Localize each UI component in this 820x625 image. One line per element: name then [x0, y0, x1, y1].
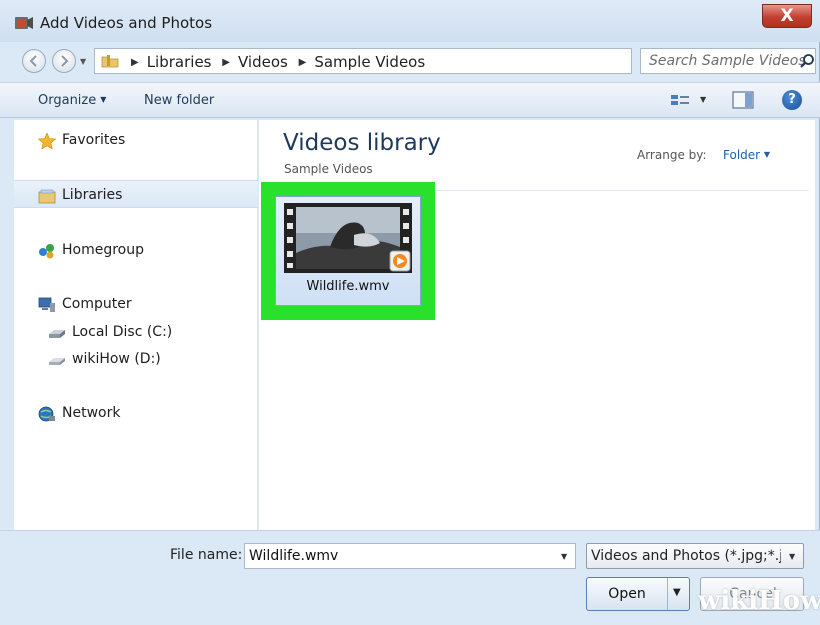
recent-pages-dropdown[interactable]: ▼ [80, 57, 86, 66]
chevron-down-icon: ▼ [673, 587, 681, 598]
title-bar[interactable]: Add Videos and Photos X [0, 0, 820, 42]
library-subtitle: Sample Videos [284, 162, 373, 176]
file-type-select[interactable]: Videos and Photos (*.jpg;*.j ▼ [586, 543, 804, 569]
sidebar-label-favorites: Favorites [62, 132, 126, 148]
open-button[interactable]: Open ▼ [586, 577, 690, 611]
sidebar-label-wikihow-drive: wikiHow (D:) [72, 351, 161, 367]
search-icon[interactable] [799, 53, 815, 69]
dialog-window: Add Videos and Photos X ▼ ▶ Libraries ▶ Vi… [0, 0, 820, 625]
window-title: Add Videos and Photos [40, 14, 213, 32]
watermark-part2: How [758, 586, 820, 616]
computer-icon [38, 297, 55, 312]
chevron-down-icon: ▼ [763, 150, 771, 159]
breadcrumb-sample-videos[interactable]: Sample Videos [314, 53, 425, 71]
folder-icon [101, 55, 119, 68]
sidebar-label-homegroup: Homegroup [62, 242, 145, 258]
drive-icon [49, 358, 65, 365]
watermark-text: wikiHow [698, 586, 820, 616]
arrange-by-dropdown[interactable]: Folder ▼ [723, 148, 770, 162]
hard-drive-icon [49, 330, 65, 338]
forward-button[interactable] [52, 49, 76, 73]
back-button[interactable] [22, 49, 46, 73]
chevron-down-icon: ▼ [789, 552, 796, 561]
search-input[interactable]: Search Sample Videos [640, 48, 816, 74]
command-toolbar: Organize ▼ New folder ▼ ? [0, 82, 820, 118]
file-list-pane[interactable]: Videos library Sample Videos Arrange by:… [259, 120, 815, 530]
help-icon[interactable]: ? [782, 90, 802, 110]
wikihow-watermark: wikiHow [684, 580, 820, 622]
sidebar-label-computer: Computer [62, 296, 132, 312]
view-options-icon[interactable] [670, 93, 690, 107]
file-type-value: Videos and Photos (*.jpg;*.j [591, 548, 781, 564]
chevron-down-icon[interactable]: ▼ [561, 552, 567, 561]
view-dropdown[interactable]: ▼ [700, 95, 706, 104]
chevron-down-icon: ▼ [100, 95, 107, 104]
arrow-right-icon [61, 55, 69, 67]
star-icon [38, 133, 56, 149]
arrange-by-value: Folder [723, 148, 761, 162]
sidebar-label-network: Network [62, 405, 121, 421]
file-name-value: Wildlife.wmv [249, 548, 339, 564]
chevron-right-icon[interactable]: ▶ [131, 57, 139, 68]
chevron-right-icon[interactable]: ▶ [299, 57, 307, 68]
file-name-field[interactable]: Wildlife.wmv ▼ [244, 543, 576, 569]
file-item-wildlife[interactable]: Wildlife.wmv [275, 196, 421, 306]
organize-label: Organize [38, 93, 97, 108]
search-placeholder: Search Sample Videos [649, 53, 806, 69]
file-name-label: File name: [170, 547, 243, 563]
navigation-pane: Favorites Libraries Homegroup Computer L… [14, 120, 258, 530]
file-name-label: Wildlife.wmv [306, 279, 390, 294]
address-bar[interactable]: ▶Libraries ▶Videos ▶Sample Videos ▼ ↻ [94, 48, 720, 74]
close-button[interactable]: X [762, 4, 812, 28]
app-icon [15, 17, 33, 29]
sidebar-label-local-disc: Local Disc (C:) [72, 324, 173, 340]
libraries-icon [38, 189, 56, 204]
video-thumbnail-icon [284, 203, 412, 273]
homegroup-icon [39, 244, 54, 259]
watermark-part1: wiki [698, 586, 759, 616]
organize-button[interactable]: Organize ▼ [38, 93, 106, 108]
arrow-left-icon [29, 55, 37, 67]
preview-pane-icon[interactable] [732, 91, 754, 109]
arrange-by-label: Arrange by: [637, 148, 707, 162]
library-title: Videos library [283, 130, 441, 156]
network-icon [38, 406, 55, 422]
chevron-right-icon[interactable]: ▶ [222, 57, 230, 68]
sidebar-label-libraries: Libraries [62, 187, 123, 203]
new-folder-button[interactable]: New folder [144, 93, 214, 108]
breadcrumb-libraries[interactable]: Libraries [147, 53, 212, 71]
breadcrumb-videos[interactable]: Videos [238, 53, 288, 71]
navigation-bar: ▼ ▶Libraries ▶Videos ▶Sample Videos ▼ ↻ … [0, 42, 820, 78]
open-label: Open [608, 586, 646, 602]
breadcrumb: ▶ Libraries ▶ Videos ▶ Sample Videos [125, 53, 425, 71]
